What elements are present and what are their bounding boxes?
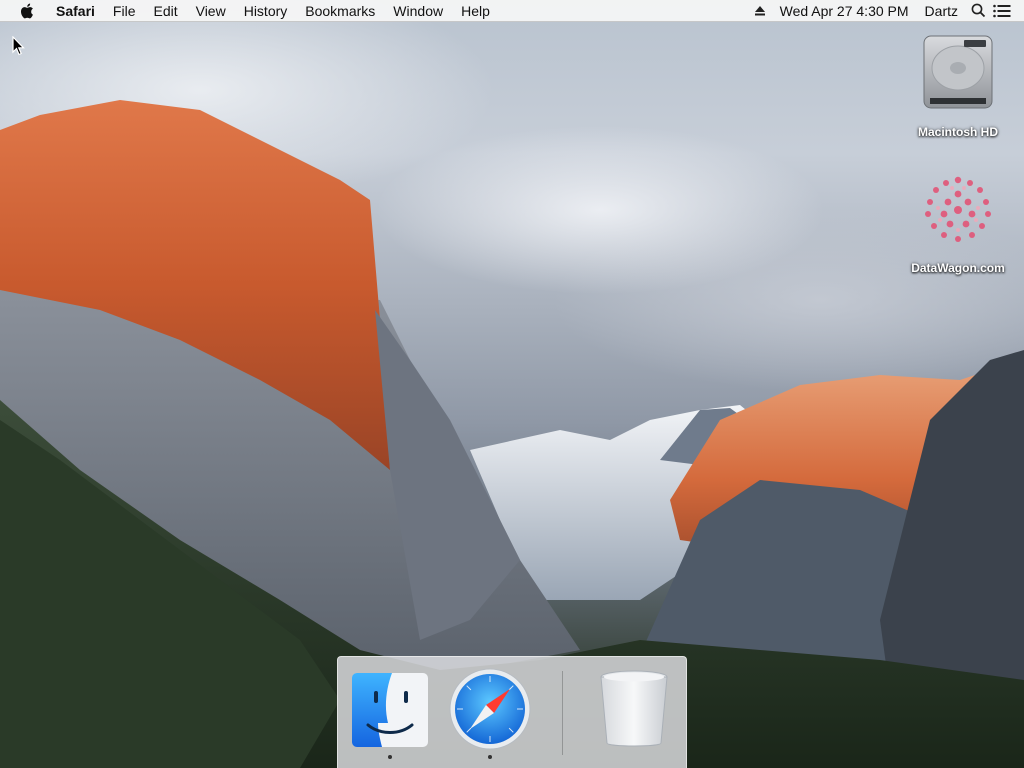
menu-history[interactable]: History — [235, 0, 297, 22]
menu-clock[interactable]: Wed Apr 27 4:30 PM — [772, 0, 917, 22]
menu-view[interactable]: View — [187, 0, 235, 22]
menu-app-name[interactable]: Safari — [50, 0, 104, 22]
datawagon-logo-icon — [925, 176, 991, 242]
dock-item-safari[interactable] — [448, 667, 532, 759]
running-indicator — [388, 755, 392, 759]
eject-icon[interactable] — [748, 0, 772, 22]
desktop-icon-macintosh-hd[interactable]: Macintosh HD — [903, 32, 1013, 139]
running-indicator — [488, 755, 492, 759]
apple-logo-icon[interactable] — [20, 2, 36, 20]
desktop-icon-label: Macintosh HD — [917, 125, 998, 139]
menu-file[interactable]: File — [104, 0, 145, 22]
desktop-icon-label: DataWagon.com — [911, 261, 1005, 275]
mouse-cursor-icon — [12, 36, 25, 56]
desktop-wallpaper[interactable] — [0, 0, 1024, 768]
menu-help[interactable]: Help — [452, 0, 499, 22]
menu-window[interactable]: Window — [384, 0, 452, 22]
desktop-icon-datawagon[interactable]: DataWagon.com — [903, 172, 1013, 275]
menu-edit[interactable]: Edit — [144, 0, 186, 22]
dock-separator — [562, 671, 563, 755]
dock-item-trash[interactable] — [592, 667, 676, 751]
safari-icon — [449, 668, 531, 750]
spotlight-search-icon[interactable] — [966, 0, 990, 22]
dock — [337, 656, 687, 768]
finder-icon — [352, 673, 428, 747]
dock-item-finder[interactable] — [348, 667, 432, 759]
hard-drive-icon — [923, 35, 993, 109]
notification-center-icon[interactable] — [990, 0, 1014, 22]
trash-icon — [600, 670, 668, 747]
el-capitan-wallpaper — [0, 100, 1024, 768]
menu-bookmarks[interactable]: Bookmarks — [296, 0, 384, 22]
menu-user-name[interactable]: Dartz — [917, 0, 966, 22]
menu-bar: Safari File Edit View History Bookmarks … — [0, 0, 1024, 22]
